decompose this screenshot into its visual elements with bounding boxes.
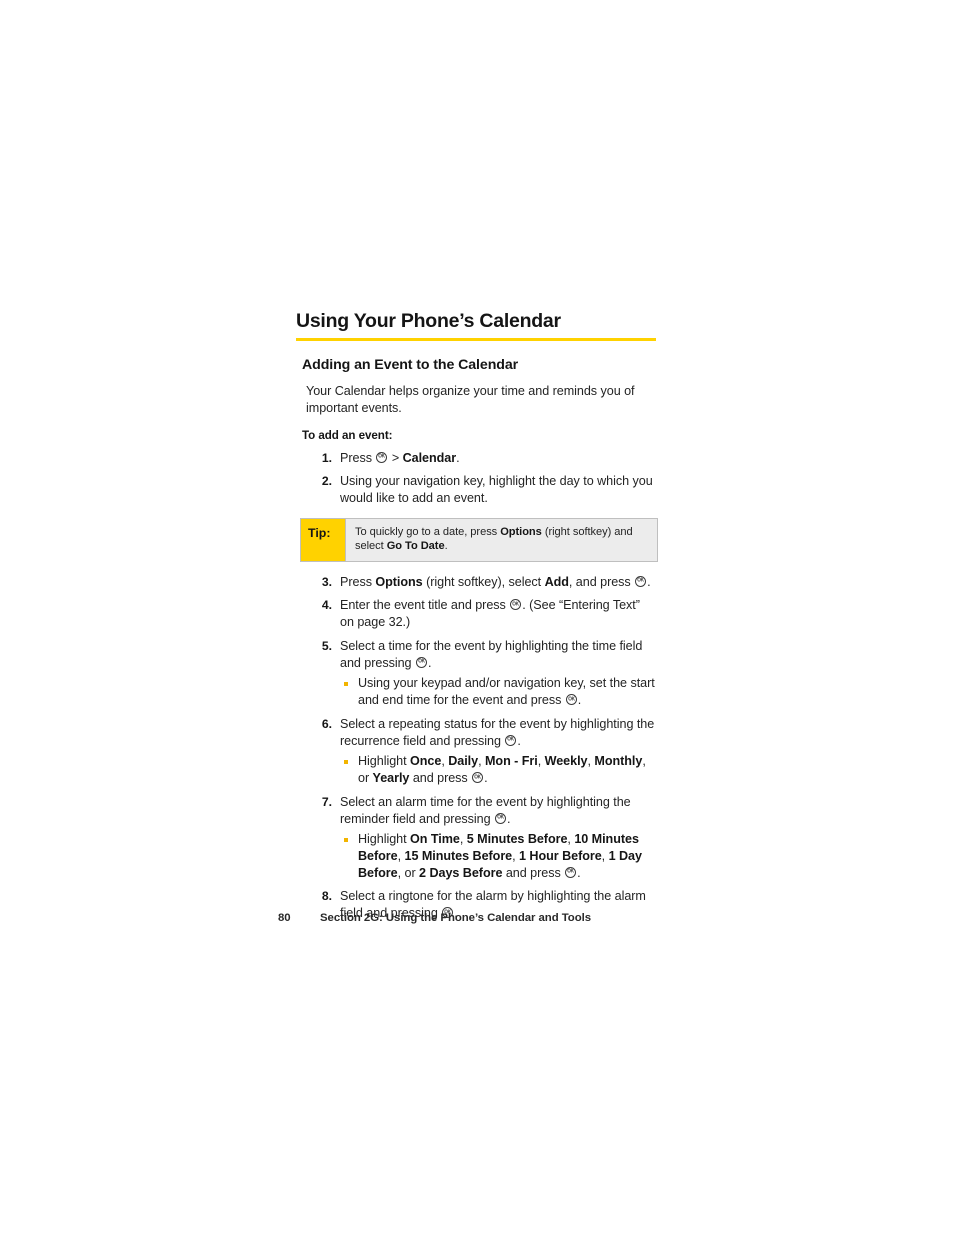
step-number: 8. [321, 889, 332, 904]
section-subheading: Adding an Event to the Calendar [302, 357, 519, 374]
step-text: Select a time for the event by highlight… [340, 639, 642, 670]
footer-section-title: Section 2G: Using the Phone’s Calendar a… [320, 912, 592, 924]
page-footer: 80 Section 2G: Using the Phone’s Calendar… [278, 912, 698, 924]
sub-bullet-item: Highlight Once, Daily, Mon - Fri, Weekly… [340, 753, 656, 786]
manual-page: Using Your Phone’s Calendar Adding an Ev… [0, 0, 954, 1235]
emphasis-term: 5 Minutes Before [466, 832, 568, 847]
step-number: 1. [321, 450, 332, 465]
ok-key-icon [510, 599, 522, 611]
emphasis-term: Daily [448, 754, 479, 769]
tip-callout-box: Tip: To quickly go to a date, press Optio… [300, 517, 658, 562]
step-text: Press > Calendar. [340, 451, 460, 465]
procedure-lead-in: To add an event: [302, 428, 393, 442]
emphasis-term: Monthly [594, 754, 643, 769]
procedure-step: 5. Select a time for the event by highlig… [296, 638, 656, 709]
step-text: Press Options (right softkey), select Ad… [340, 575, 651, 589]
step-number: 3. [321, 574, 332, 589]
emphasis-term: Add [544, 574, 569, 589]
step-text: Using your navigation key, highlight the… [340, 474, 653, 506]
tip-label: Tip: [301, 518, 346, 561]
step-text: Select a repeating status for the event … [340, 717, 654, 748]
sub-bullet-item: Highlight On Time, 5 Minutes Before, 10 … [340, 831, 656, 881]
step-number: 7. [321, 794, 332, 809]
sub-bullet-list: Highlight On Time, 5 Minutes Before, 10 … [340, 831, 656, 881]
sub-bullet-text: Using your keypad and/or navigation key,… [358, 676, 655, 707]
emphasis-term: Options [375, 574, 423, 589]
step-number: 6. [321, 716, 332, 731]
procedure-step-list: 1. Press > Calendar. 2. Using your navigati… [296, 450, 658, 922]
tip-slot: Tip: To quickly go to a date, press Optio… [296, 517, 658, 562]
ok-key-icon [565, 866, 577, 878]
tip-body-text: To quickly go to a date, press Options (… [346, 518, 657, 561]
emphasis-term: Once [410, 754, 442, 769]
procedure-step: 4. Enter the event title and press . (See… [296, 597, 656, 630]
ok-key-icon [635, 575, 647, 587]
emphasis-term: 15 Minutes Before [404, 849, 513, 863]
emphasis-term: 1 Hour Before [519, 849, 602, 863]
procedure-step: 7. Select an alarm time for the event by … [296, 794, 656, 882]
sub-bullet-text: Highlight Once, Daily, Mon - Fri, Weekly… [358, 754, 646, 785]
procedure-step: 3. Press Options (right softkey), select … [296, 574, 656, 591]
section-intro-paragraph: Your Calendar helps organize your time a… [306, 384, 635, 416]
emphasis-term: On Time [410, 832, 460, 847]
sub-bullet-item: Using your keypad and/or navigation key,… [340, 675, 656, 708]
step-number: 5. [321, 638, 332, 653]
sub-bullet-text: Highlight On Time, 5 Minutes Before, 10 … [358, 832, 642, 879]
procedure-step: 2. Using your navigation key, highlight t… [296, 473, 656, 506]
content-column: Using Your Phone’s Calendar Adding an Ev… [296, 310, 658, 929]
emphasis-term: 2 Days Before [419, 865, 503, 880]
ok-key-icon [495, 812, 507, 824]
square-bullet-icon [344, 760, 348, 765]
emphasis-term: Yearly [372, 771, 410, 786]
step-number: 4. [321, 598, 332, 613]
page-title: Using Your Phone’s Calendar [296, 310, 561, 332]
square-bullet-icon [344, 838, 348, 843]
sub-bullet-list: Using your keypad and/or navigation key,… [340, 675, 656, 708]
footer-page-number: 80 [278, 912, 291, 924]
emphasis-term: Calendar [402, 450, 457, 465]
ok-key-icon [565, 694, 577, 706]
procedure-step: 1. Press > Calendar. [296, 450, 656, 467]
sub-bullet-list: Highlight Once, Daily, Mon - Fri, Weekly… [340, 753, 656, 786]
emphasis-term: Mon - Fri [484, 754, 538, 769]
ok-key-icon [376, 451, 388, 463]
ok-key-icon [472, 772, 484, 784]
title-underline-rule [296, 338, 656, 342]
ok-key-icon [415, 656, 427, 668]
step-number: 2. [321, 474, 332, 489]
procedure-step: 6. Select a repeating status for the even… [296, 716, 656, 787]
emphasis-term: Go To Date [386, 540, 445, 553]
step-text: Enter the event title and press . (See “… [340, 598, 640, 629]
emphasis-term: Weekly [544, 754, 588, 769]
emphasis-term: Options [500, 525, 542, 538]
square-bullet-icon [344, 682, 348, 687]
step-text: Select an alarm time for the event by hi… [340, 795, 631, 826]
ok-key-icon [505, 734, 517, 746]
